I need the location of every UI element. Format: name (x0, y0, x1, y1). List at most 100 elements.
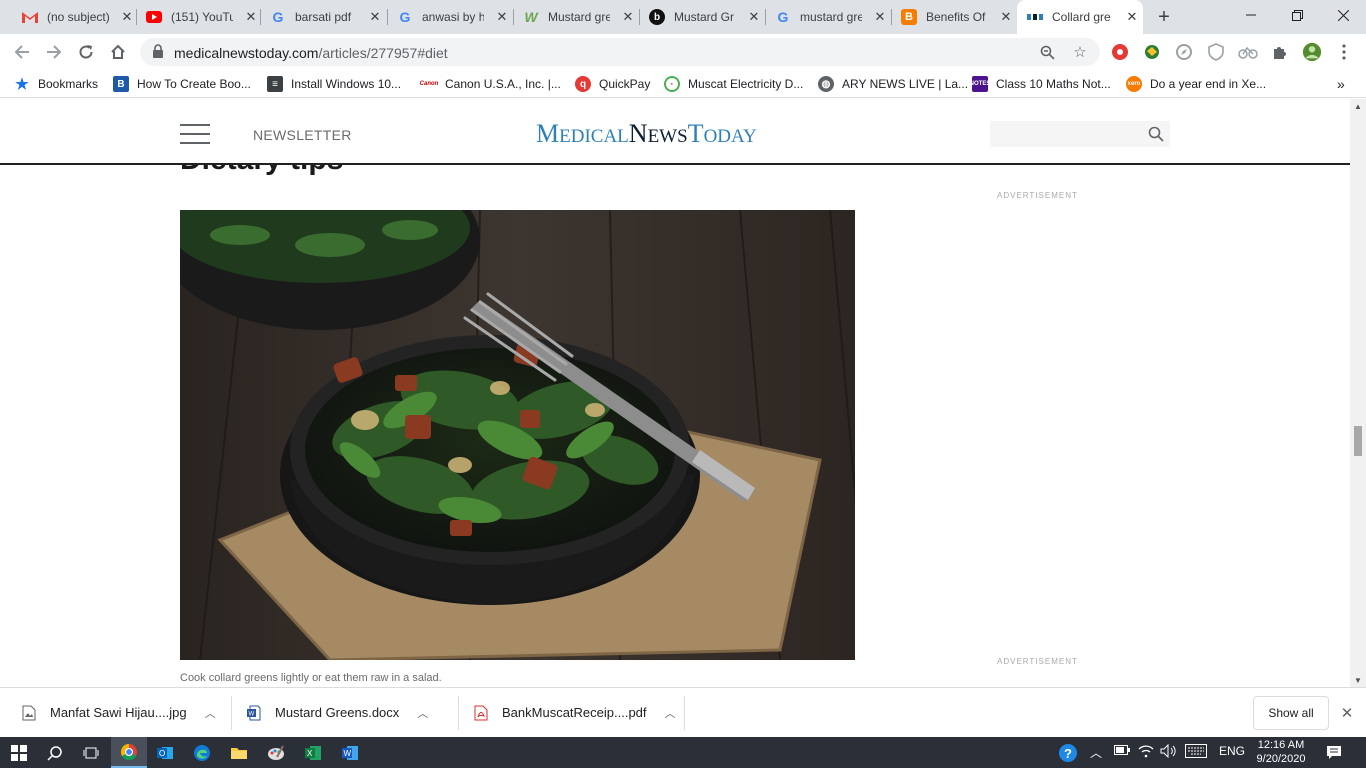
tab-google-anwasi[interactable]: G anwasi by h ✕ (387, 0, 514, 34)
tab-google-mustard[interactable]: G mustard gre ✕ (765, 0, 892, 34)
help-tray-icon[interactable]: ? (1050, 737, 1086, 768)
search-button[interactable] (37, 737, 73, 768)
tray-chevron-up-icon[interactable]: ︿ (1090, 744, 1102, 761)
page-scrollbar[interactable]: ▲ ▼ (1350, 99, 1366, 687)
close-icon[interactable]: ✕ (998, 9, 1014, 25)
taskbar-file-explorer[interactable] (221, 737, 257, 768)
back-button[interactable] (8, 38, 36, 66)
profile-avatar[interactable] (1302, 42, 1322, 62)
bookmark-item[interactable]: ≡ Install Windows 10... (267, 75, 401, 93)
reload-button[interactable] (72, 38, 100, 66)
newsletter-link[interactable]: NEWSLETTER (253, 127, 352, 143)
reload-icon (79, 45, 93, 59)
home-button[interactable] (104, 38, 132, 66)
system-clock[interactable]: 12:16 AM 9/20/2020 (1250, 738, 1312, 766)
site-search-input[interactable] (990, 121, 1170, 147)
bookmark-star-icon[interactable]: ☆ (1070, 42, 1090, 62)
start-button[interactable] (1, 737, 37, 768)
tab-blogger-benefits[interactable]: B Benefits Of ✕ (891, 0, 1017, 34)
ext-red-icon[interactable] (1110, 42, 1130, 62)
close-icon[interactable]: ✕ (872, 9, 888, 25)
bookmarks-bar: ★ Bookmarks B How To Create Boo... ≡ Ins… (0, 70, 1366, 98)
tab-title: Benefits Of (926, 10, 986, 24)
bookmark-item[interactable]: Canon Canon U.S.A., Inc. |... (419, 75, 561, 93)
download-item[interactable]: W Mustard Greens.docx ︿ (247, 688, 428, 737)
ext-bike-icon[interactable] (1238, 42, 1258, 62)
chevron-up-icon[interactable]: ︿ (205, 705, 216, 721)
pdf-file-icon (474, 705, 488, 720)
svg-text:O: O (159, 749, 165, 758)
close-icon[interactable]: ✕ (746, 9, 762, 25)
bookmark-item[interactable]: NOTES Class 10 Maths Not... (970, 75, 1111, 93)
download-item[interactable]: Manfat Sawi Hijau....jpg ︿ (22, 688, 216, 737)
logo-part: EWS (647, 126, 688, 147)
folder-icon (231, 747, 247, 759)
notifications-button[interactable] (1316, 737, 1352, 768)
taskbar-outlook[interactable]: O (147, 737, 183, 768)
scroll-down-arrow-icon[interactable]: ▼ (1350, 673, 1366, 687)
taskbar-chrome[interactable] (111, 737, 147, 768)
download-filename: BankMuscatReceip....pdf (502, 705, 647, 720)
keyboard-icon[interactable] (1185, 744, 1207, 761)
search-icon[interactable] (1148, 126, 1164, 142)
minimize-button[interactable] (1228, 0, 1274, 30)
language-indicator[interactable]: ENG (1219, 744, 1245, 758)
menu-kebab-icon[interactable] (1334, 42, 1354, 62)
taskbar-edge[interactable] (184, 737, 220, 768)
volume-icon[interactable] (1160, 743, 1178, 761)
bookmark-label: ARY NEWS LIVE | La... (842, 77, 969, 91)
tab-strip: (no subject) ✕ (151) YouTube ✕ G barsati… (0, 0, 1366, 34)
tab-collard-greens[interactable]: Collard gre ✕ (1017, 0, 1143, 34)
close-icon[interactable]: ✕ (1124, 9, 1140, 25)
close-downloads-icon[interactable]: ✕ (1338, 704, 1356, 722)
bookmark-favicon: B (113, 76, 129, 92)
zoom-icon[interactable] (1037, 42, 1057, 62)
close-icon[interactable]: ✕ (119, 9, 135, 25)
tab-mustard-greens-w[interactable]: W Mustard gre ✕ (513, 0, 640, 34)
forward-button[interactable] (40, 38, 68, 66)
tab-gmail[interactable]: (no subject) ✕ (12, 0, 137, 34)
scroll-up-arrow-icon[interactable]: ▲ (1350, 99, 1366, 113)
bookmark-item[interactable]: q QuickPay (575, 75, 650, 93)
bookmark-item[interactable]: · Muscat Electricity D... (664, 75, 803, 93)
logo-part: N (628, 119, 648, 148)
address-bar[interactable]: medicalnewstoday.com/articles/277957#die… (140, 38, 1100, 66)
site-logo[interactable]: MEDICALNEWSTODAY (536, 119, 757, 149)
menu-hamburger-icon[interactable] (180, 124, 210, 144)
gmail-icon (22, 9, 38, 25)
taskbar-excel[interactable]: X (295, 737, 331, 768)
bookmark-item[interactable]: ◍ ARY NEWS LIVE | La... (818, 75, 968, 93)
scrollbar-thumb[interactable] (1354, 426, 1362, 456)
window-close-button[interactable] (1320, 0, 1366, 30)
ext-globe-icon[interactable] (1142, 42, 1162, 62)
canon-icon: Canon (419, 81, 439, 87)
wifi-icon[interactable] (1138, 744, 1154, 761)
bookmark-item[interactable]: B How To Create Boo... (113, 75, 251, 93)
battery-icon[interactable] (1114, 744, 1130, 758)
close-icon[interactable]: ✕ (494, 9, 510, 25)
close-icon[interactable]: ✕ (367, 9, 383, 25)
ext-shield-icon[interactable] (1206, 42, 1226, 62)
new-tab-button[interactable]: + (1152, 6, 1176, 28)
close-icon[interactable]: ✕ (243, 9, 259, 25)
chevron-up-icon[interactable]: ︿ (417, 705, 428, 721)
svg-text:W: W (249, 711, 255, 717)
tab-title: anwasi by h (422, 10, 484, 24)
close-icon[interactable]: ✕ (620, 9, 636, 25)
download-item[interactable]: BankMuscatReceip....pdf ︿ (474, 688, 676, 737)
bookmark-item[interactable]: xero Do a year end in Xe... (1126, 75, 1266, 93)
extensions-puzzle-icon[interactable] (1270, 42, 1290, 62)
show-all-downloads-button[interactable]: Show all (1253, 696, 1329, 730)
task-view-button[interactable] (73, 737, 109, 768)
bookmarks-overflow-button[interactable]: » (1337, 75, 1345, 93)
taskbar-word[interactable]: W (332, 737, 368, 768)
taskbar-paint[interactable] (258, 737, 294, 768)
ext-compass-icon[interactable] (1174, 42, 1194, 62)
bookmarks-folder[interactable]: ★ Bookmarks (14, 75, 98, 93)
tab-google-barsati[interactable]: G barsati pdf ✕ (260, 0, 388, 34)
tab-mustard-greens-b[interactable]: b Mustard Gr ✕ (639, 0, 766, 34)
maximize-button[interactable] (1274, 0, 1320, 30)
tab-youtube[interactable]: (151) YouTube ✕ (136, 0, 261, 34)
image-caption: Cook collard greens lightly or eat them … (180, 672, 442, 684)
chevron-up-icon[interactable]: ︿ (665, 705, 676, 721)
